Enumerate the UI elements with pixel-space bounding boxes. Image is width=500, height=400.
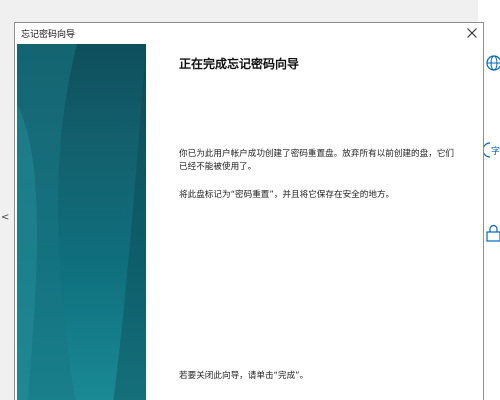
globe-icon[interactable]: [482, 54, 500, 72]
storage-instruction: 将此盘标记为“密码重置”，并且将它保存在安全的地方。: [179, 190, 395, 200]
title-bar[interactable]: 忘记密码向导: [15, 23, 483, 43]
close-instruction: 若要关闭此向导，请单击“完成”。: [179, 371, 309, 381]
lock-icon[interactable]: [482, 224, 500, 242]
close-button[interactable]: [461, 23, 483, 43]
wizard-content: 正在完成忘记密码向导 你已为此用户帐户成功创建了密码重置盘。放弃所有以前创建的盘…: [179, 44, 469, 400]
desktop-background: < 字 忘记密码向导 正在完成忘记密码向导 你已为此用户帐户成功创建了密码重置盘…: [0, 0, 500, 400]
close-icon: [467, 28, 477, 38]
success-message: 你已为此用户帐户成功创建了密码重置盘。放弃所有以前创建的盘，它们已经不能被使用了…: [179, 149, 455, 172]
wizard-side-banner: [17, 44, 146, 400]
forgotten-password-wizard-dialog: 忘记密码向导 正在完成忘记密码向导 你已为此用户帐户成功创建了密码重置盘。放弃所…: [14, 22, 484, 400]
page-heading: 正在完成忘记密码向导: [179, 57, 300, 71]
svg-text:字: 字: [491, 145, 500, 157]
banner-wave-graphic: [17, 44, 146, 400]
language-icon[interactable]: 字: [482, 140, 500, 158]
background-left-mark: <: [1, 212, 10, 223]
window-title: 忘记密码向导: [21, 30, 76, 40]
